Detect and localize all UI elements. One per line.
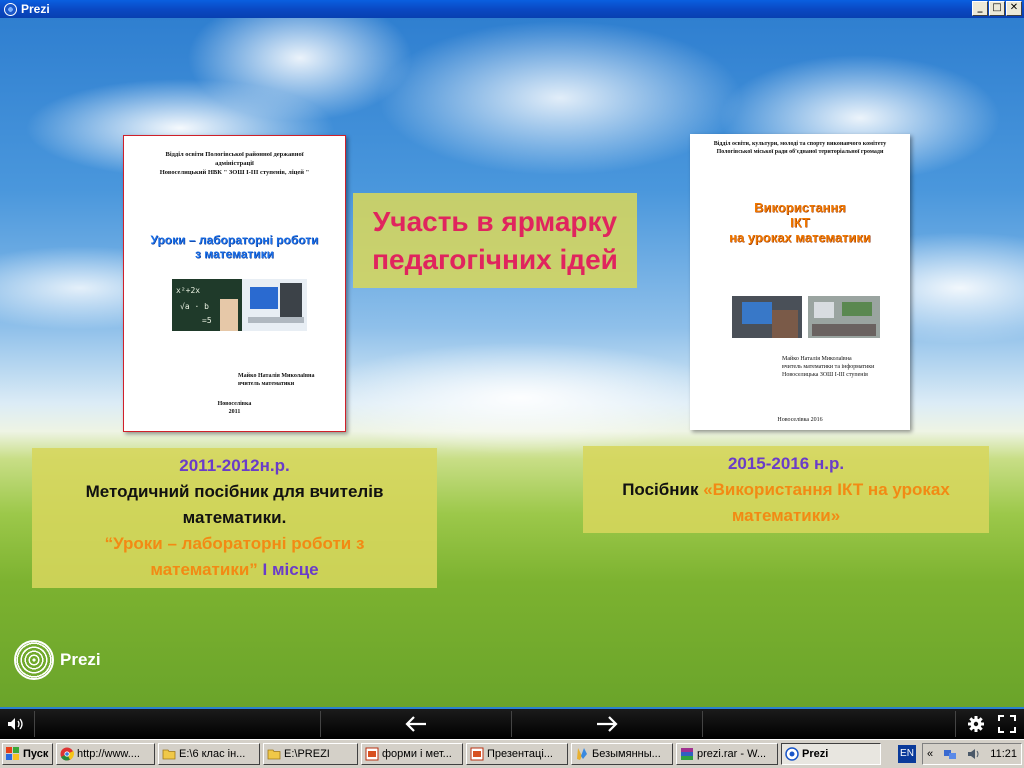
info-box-left[interactable]: 2011-2012н.р. Методичний посібник для вч… bbox=[32, 448, 437, 588]
cover-title: з математики bbox=[194, 247, 275, 261]
slide-title-line: педагогічних ідей bbox=[372, 243, 618, 275]
close-button[interactable]: ✕ bbox=[1006, 1, 1022, 16]
cover-org-line: Новоселицький НВК " ЗОШ І-ІІІ ступенів, … bbox=[159, 169, 310, 176]
cover-title: ІКТ bbox=[790, 215, 810, 230]
cover-year: 2011 bbox=[228, 409, 241, 415]
cover-author: Майко Наталія Миколаївна bbox=[238, 373, 315, 379]
language-indicator[interactable]: EN bbox=[898, 745, 916, 763]
ppt-icon bbox=[470, 747, 484, 761]
info-award: І місце bbox=[257, 560, 319, 579]
info-label: Посібник bbox=[622, 480, 704, 499]
settings-button[interactable] bbox=[964, 709, 988, 739]
info-quote: “Уроки – лабораторні роботи з bbox=[104, 534, 365, 553]
chrome-icon bbox=[60, 747, 74, 761]
volume-icon[interactable] bbox=[4, 709, 28, 739]
taskbar-item-label: E:\6 клас ін... bbox=[179, 748, 246, 760]
fullscreen-icon bbox=[998, 715, 1016, 733]
cover-city: Новоселівка bbox=[217, 401, 252, 407]
prezi-logo-icon bbox=[14, 640, 54, 680]
next-button[interactable] bbox=[512, 709, 702, 739]
cover-org-line: Відділ освіти, культури, молоді та спорт… bbox=[713, 141, 887, 147]
cover-city-year: Новоселівка 2016 bbox=[777, 417, 823, 423]
taskbar-item-powerpoint[interactable]: форми і мет... bbox=[361, 743, 463, 765]
arrow-left-icon bbox=[405, 716, 426, 732]
cover-title: на уроках математики bbox=[729, 230, 871, 245]
cover-author: Майко Наталія Миколаївна bbox=[782, 356, 852, 362]
info-years: 2015-2016 н.р. bbox=[727, 454, 845, 473]
presentation-canvas[interactable]: Відділ освіти Пологівської районної держ… bbox=[0, 18, 1024, 707]
cover-org-line: адміністрації bbox=[215, 160, 254, 167]
gear-icon bbox=[968, 716, 984, 732]
minimize-button[interactable]: _ bbox=[972, 1, 988, 16]
info-description: Методичний посібник для вчителів bbox=[85, 482, 384, 501]
info-box-right[interactable]: 2015-2016 н.р. Посібник «Використання ІК… bbox=[583, 446, 989, 533]
cover-photos: x²+2x √a · b =5 bbox=[172, 279, 307, 331]
start-button[interactable]: Пуск bbox=[2, 743, 53, 765]
info-description: математики. bbox=[182, 508, 287, 527]
taskbar: Пуск http://www.... E:\6 клас ін... E:\P… bbox=[0, 739, 1024, 768]
taskbar-item-label: http://www.... bbox=[77, 748, 140, 760]
book-cover-right[interactable]: Відділ освіти, культури, молоді та спорт… bbox=[690, 134, 910, 430]
taskbar-item-label: Prezi bbox=[802, 748, 829, 760]
folder-icon bbox=[267, 749, 281, 760]
slide-title-line: Участь в ярмарку bbox=[372, 205, 618, 237]
cover-org-line: Пологівської міської ради об'єднаної тер… bbox=[716, 149, 884, 155]
arrow-right-icon bbox=[597, 716, 618, 732]
prezi-logo: Prezi bbox=[14, 640, 101, 680]
prezi-app-icon bbox=[4, 2, 17, 16]
taskbar-item-winrar[interactable]: prezi.rar - W... bbox=[676, 743, 778, 765]
taskbar-item-prezi[interactable]: Prezi bbox=[781, 743, 881, 765]
taskbar-item-paint[interactable]: Безымянны... bbox=[571, 743, 673, 765]
system-tray: « 11:21 bbox=[922, 743, 1022, 765]
taskbar-item-label: E:\PREZI bbox=[284, 748, 330, 760]
cover-school: Новоселицька ЗОШ І-ІІІ ступенів bbox=[782, 372, 868, 378]
windows-logo-icon bbox=[6, 747, 19, 760]
maximize-button[interactable]: □ bbox=[989, 1, 1005, 16]
svg-text:√a · b: √a · b bbox=[180, 302, 209, 311]
prezi-logo-text: Prezi bbox=[60, 650, 101, 669]
taskbar-item-browser[interactable]: http://www.... bbox=[56, 743, 155, 765]
cover-title: Уроки – лабораторні роботи bbox=[150, 233, 319, 247]
taskbar-item-label: форми і мет... bbox=[382, 748, 452, 760]
taskbar-item-label: prezi.rar - W... bbox=[697, 748, 767, 760]
fullscreen-button[interactable] bbox=[994, 709, 1020, 739]
taskbar-item-label: Безымянны... bbox=[592, 748, 661, 760]
start-label: Пуск bbox=[23, 748, 49, 760]
network-icon[interactable] bbox=[943, 747, 957, 761]
book-cover-left[interactable]: Відділ освіти Пологівської районної держ… bbox=[123, 135, 346, 432]
cover-org-line: Відділ освіти Пологівської районної держ… bbox=[165, 151, 304, 158]
slide-title-box[interactable]: Участь в ярмарку педагогічних ідей bbox=[353, 193, 637, 288]
previous-button[interactable] bbox=[321, 709, 511, 739]
tray-expand-button[interactable]: « bbox=[927, 748, 933, 760]
taskbar-item-label: Презентаці... bbox=[487, 748, 553, 760]
winrar-icon bbox=[681, 748, 693, 760]
clock[interactable]: 11:21 bbox=[990, 748, 1017, 760]
cover-photos bbox=[732, 296, 880, 338]
info-quote: математики” bbox=[150, 560, 258, 579]
ppt-icon bbox=[365, 747, 379, 761]
speaker-tray-icon[interactable] bbox=[967, 747, 981, 761]
info-years: 2011-2012н.р. bbox=[179, 456, 290, 475]
info-quote: «Використання ІКТ на уроках bbox=[703, 480, 950, 499]
window-titlebar: Prezi _ □ ✕ bbox=[0, 0, 1024, 18]
info-quote: математики» bbox=[731, 506, 841, 525]
paint-icon bbox=[577, 748, 587, 760]
svg-text:=5: =5 bbox=[202, 316, 212, 325]
cover-author-role: вчитель математики та інформатики bbox=[782, 364, 875, 370]
player-controls bbox=[0, 707, 1024, 739]
cover-author-role: вчитель математики bbox=[238, 381, 295, 387]
svg-text:x²+2x: x²+2x bbox=[176, 286, 200, 295]
cover-title: Використання bbox=[754, 200, 846, 215]
taskbar-item-folder[interactable]: E:\6 клас ін... bbox=[158, 743, 260, 765]
window-title: Prezi bbox=[21, 2, 50, 16]
folder-icon bbox=[162, 749, 176, 760]
taskbar-item-folder[interactable]: E:\PREZI bbox=[263, 743, 358, 765]
taskbar-item-powerpoint[interactable]: Презентаці... bbox=[466, 743, 568, 765]
prezi-icon bbox=[785, 747, 799, 761]
